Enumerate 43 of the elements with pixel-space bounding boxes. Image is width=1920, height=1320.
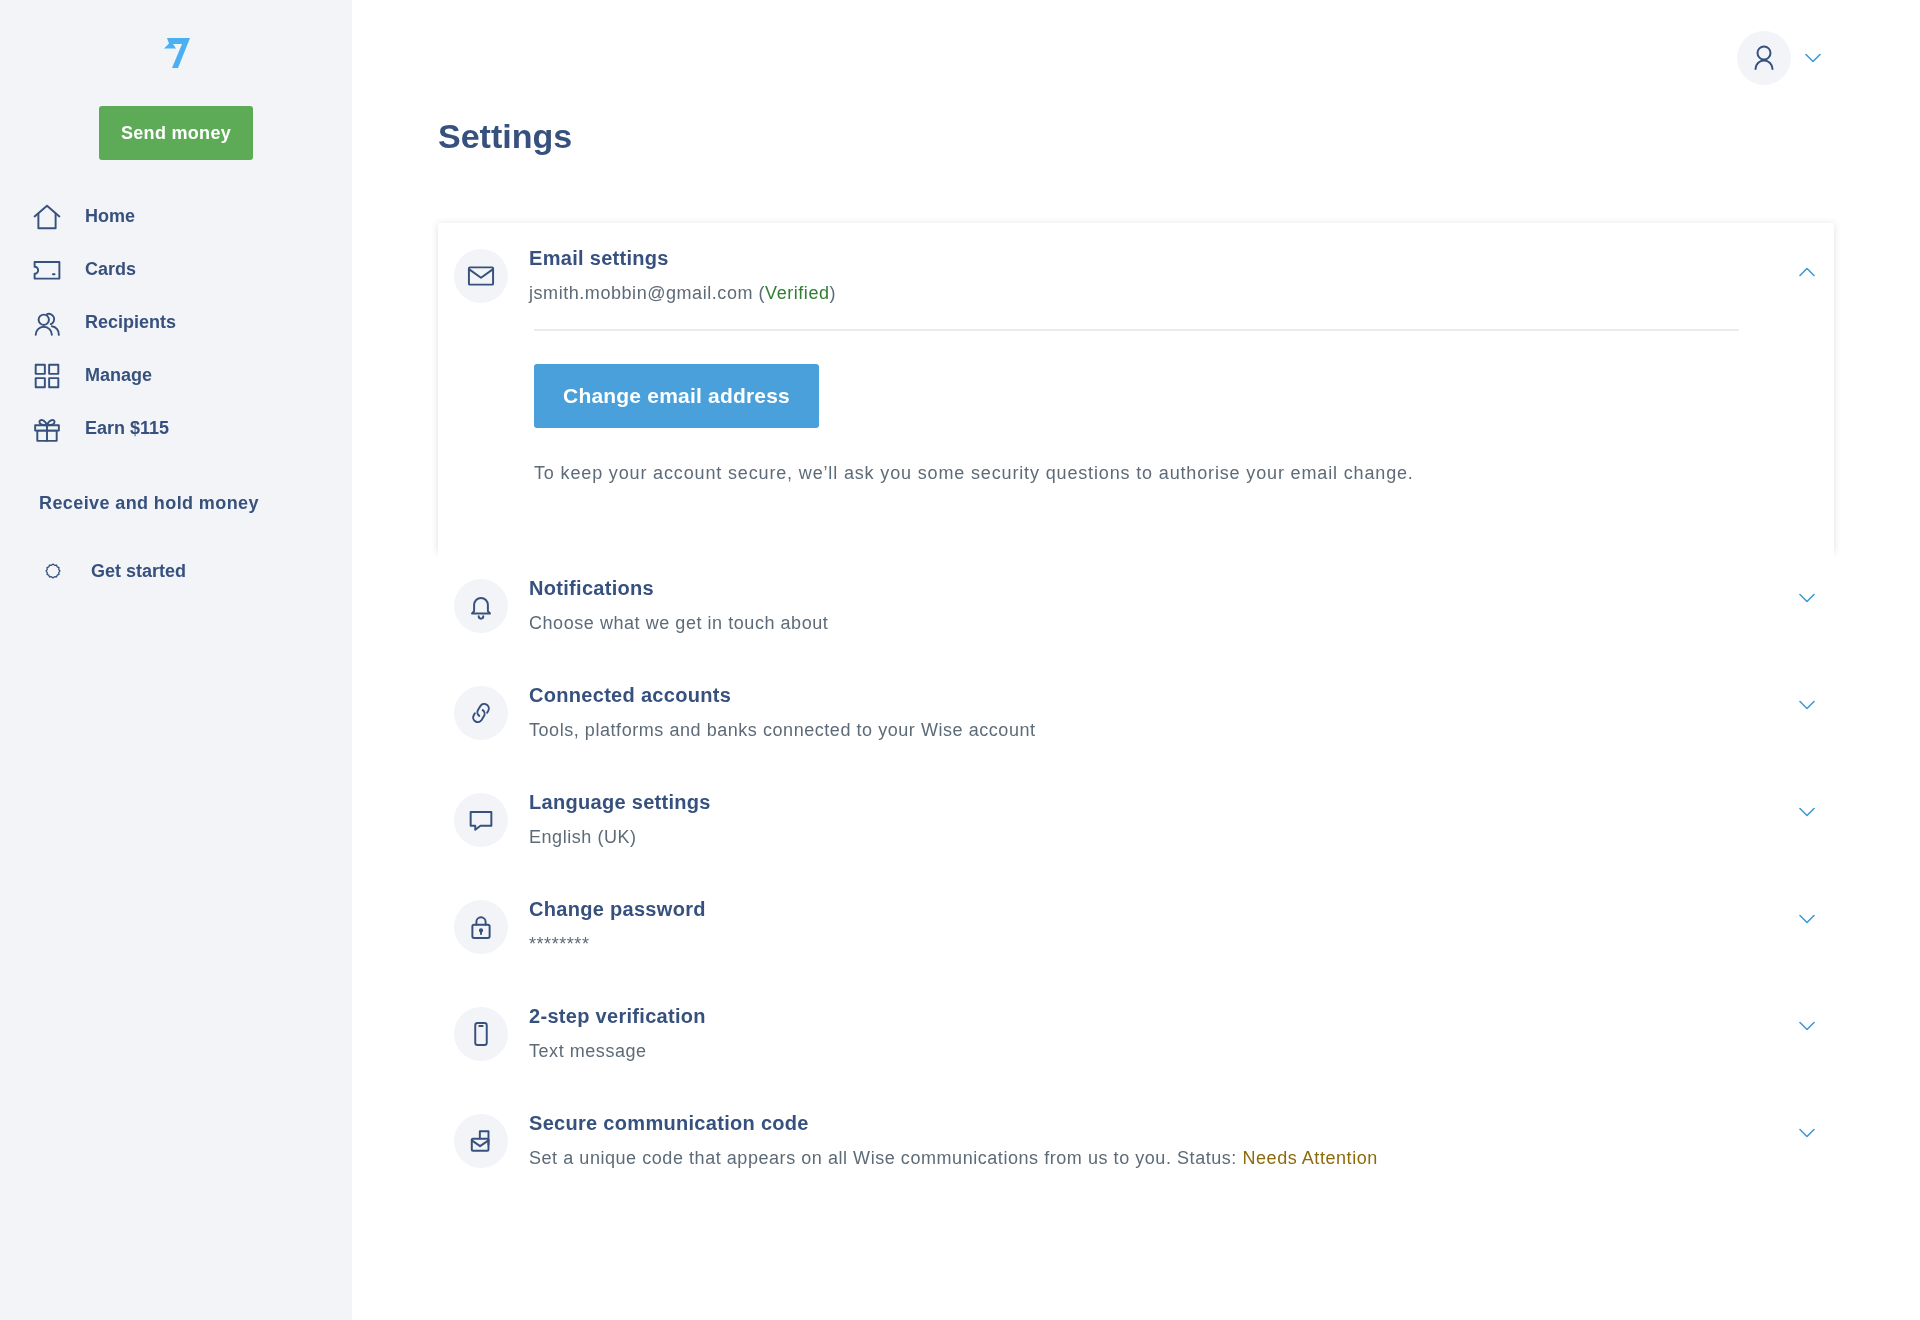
section-subtitle: Set a unique code that appears on all Wise communications from us to you. Status: Needs Attention [529,1147,1378,1170]
section-subtitle: ******** [529,933,590,956]
chevron-down-icon[interactable] [1799,807,1815,817]
section-title: Language settings [529,790,711,815]
security-note: To keep your account secure, we’ll ask you some security questions to authorise your email change. [534,462,1414,484]
grid-icon [33,361,61,390]
bell-icon [454,578,508,633]
nav-item[interactable]: Home [33,190,145,243]
speech-bubble-icon [454,792,508,847]
chevron-down-icon[interactable] [1799,593,1815,603]
section-title: Change password [529,897,706,922]
nav-item[interactable]: Recipients [33,296,187,349]
chevron-up-icon[interactable] [1799,267,1815,277]
home-icon [33,202,61,231]
link-icon [454,685,508,740]
chevron-down-icon[interactable] [1799,700,1815,710]
nav-item[interactable]: Cards [33,243,147,296]
envelope-phone-icon [454,1113,508,1168]
section-subtitle: English (UK) [529,826,637,849]
nav-item[interactable]: Manage [33,349,163,402]
phone-icon [454,1006,508,1061]
nav-item[interactable]: Get started [45,558,195,584]
envelope-icon [454,248,508,303]
section-subtitle: jsmith.mobbin@gmail.com (Verified) [529,282,837,305]
page-title: Settings [438,116,573,156]
section-subtitle: Text message [529,1040,647,1063]
chevron-down-icon[interactable] [1799,1128,1815,1138]
logo-icon[interactable] [161,36,191,70]
section-title: 2-step verification [529,1004,706,1029]
section-title: Connected accounts [529,683,732,708]
seal-icon [45,563,61,579]
padlock-icon [454,899,508,954]
chevron-down-icon[interactable] [1799,914,1815,924]
nav-item[interactable]: Earn $115 [33,402,180,455]
section-title: Notifications [529,576,654,601]
section-title: Email settings [529,246,669,271]
chevron-down-icon[interactable] [1799,1021,1815,1031]
sidebar-section-title: Receive and hold money [39,492,259,514]
account-menu-button[interactable] [1737,31,1821,85]
section-title: Secure communication code [529,1111,809,1136]
user-icon [1737,31,1791,85]
section-subtitle: Tools, platforms and banks connected to your Wise account [529,719,1036,742]
section-subtitle: Choose what we get in touch about [529,612,829,635]
